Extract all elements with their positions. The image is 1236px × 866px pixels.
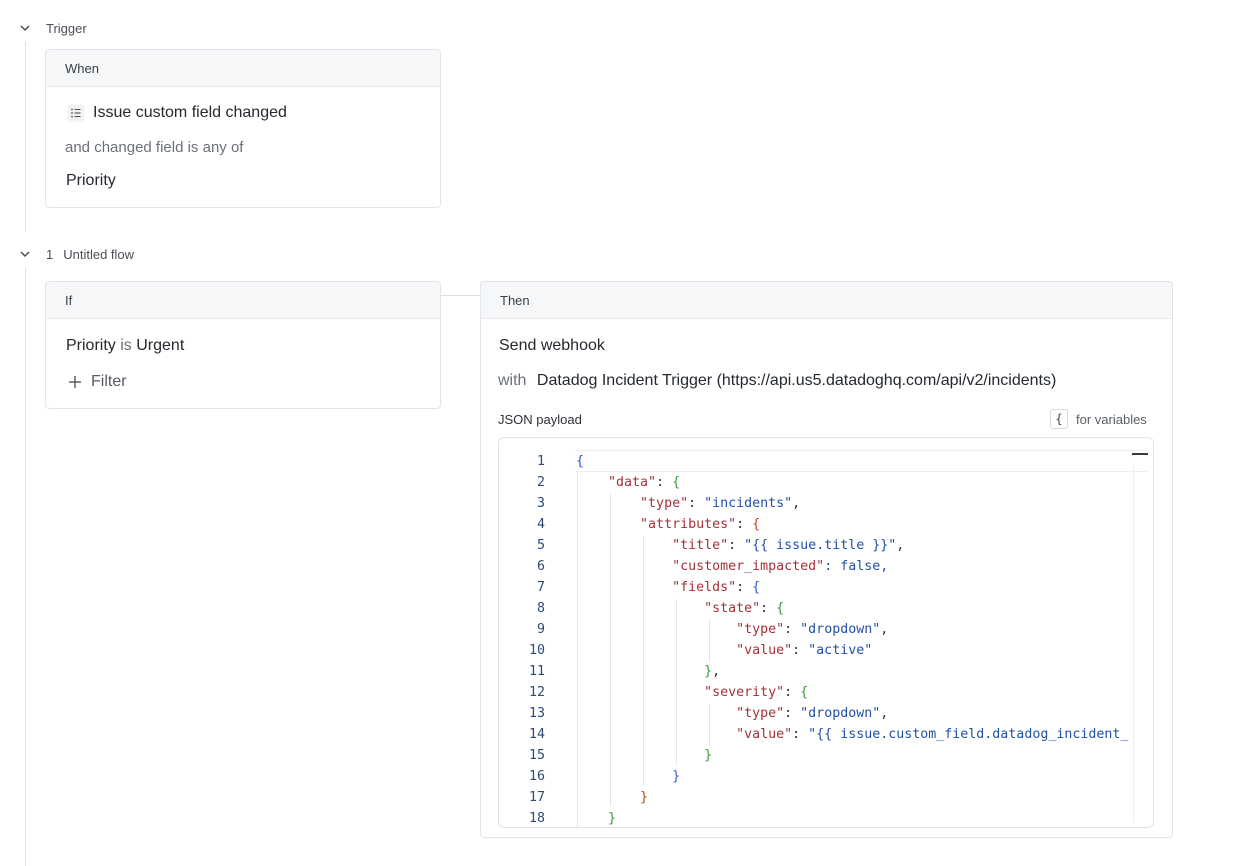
code-line[interactable]: 3 "type": "incidents", xyxy=(499,493,1153,514)
chevron-down-icon xyxy=(20,251,30,258)
code-text: "severity": { xyxy=(704,685,809,700)
line-number: 1 xyxy=(536,454,545,469)
code-line[interactable]: 10 "value": "active" xyxy=(499,640,1153,661)
trigger-condition-value[interactable]: Priority xyxy=(66,172,116,190)
code-text: "value": "active" xyxy=(736,643,873,658)
line-number: 4 xyxy=(536,517,545,532)
flow-connector-line xyxy=(25,268,26,866)
code-line[interactable]: 4 "attributes": { xyxy=(499,514,1153,535)
line-number: 6 xyxy=(536,559,545,574)
then-card-header: Then xyxy=(481,282,1172,319)
line-number: 14 xyxy=(528,727,545,742)
code-line[interactable]: 7 "fields": { xyxy=(499,577,1153,598)
trigger-section-toggle[interactable]: Trigger xyxy=(18,18,87,38)
code-text: "type": "dropdown", xyxy=(736,706,889,721)
variables-hint: { for variables xyxy=(1050,409,1147,429)
code-line[interactable]: 5 "title": "{{ issue.title }}", xyxy=(499,535,1153,556)
trigger-event-label: Issue custom field changed xyxy=(93,104,287,121)
line-number: 8 xyxy=(536,601,545,616)
code-line[interactable]: 11 }, xyxy=(499,661,1153,682)
code-text: "customer_impacted": false, xyxy=(672,559,889,574)
code-text: "title": "{{ issue.title }}", xyxy=(672,538,905,553)
flow-name[interactable]: Untitled flow xyxy=(63,247,134,262)
code-text: "data": { xyxy=(608,475,681,490)
action-label[interactable]: Send webhook xyxy=(499,337,605,355)
when-card-header: When xyxy=(46,50,440,87)
webhook-target: Datadog Incident Trigger (https://api.us… xyxy=(536,372,1057,389)
add-filter-button[interactable]: Filter xyxy=(68,373,127,391)
flow-number: 1 xyxy=(46,246,54,262)
if-then-connector xyxy=(441,295,481,296)
code-text: "fields": { xyxy=(672,580,761,595)
with-label: with xyxy=(498,372,527,389)
variables-hint-text: for variables xyxy=(1076,411,1147,427)
json-payload-label: JSON payload xyxy=(498,412,582,427)
filter-value: Urgent xyxy=(136,337,185,354)
line-number: 18 xyxy=(528,811,545,826)
code-line[interactable]: 12 "severity": { xyxy=(499,682,1153,703)
plus-icon xyxy=(69,376,81,388)
line-number: 7 xyxy=(536,580,545,595)
variables-key-badge: { xyxy=(1050,409,1068,429)
line-number: 5 xyxy=(536,538,545,553)
code-line[interactable]: 16 } xyxy=(499,766,1153,787)
line-number: 12 xyxy=(528,685,545,700)
code-text: } xyxy=(640,790,649,805)
code-text: "type": "incidents", xyxy=(640,496,801,511)
flow-section-toggle[interactable]: 1 Untitled flow xyxy=(18,244,134,264)
line-number: 16 xyxy=(528,769,545,784)
code-text: { xyxy=(576,454,585,469)
code-line[interactable]: 1{ xyxy=(499,451,1153,472)
line-number: 3 xyxy=(536,496,545,511)
code-text: "attributes": { xyxy=(640,517,761,532)
line-number: 11 xyxy=(528,664,545,679)
line-number: 15 xyxy=(528,748,545,763)
code-line[interactable]: 13 "type": "dropdown", xyxy=(499,703,1153,724)
filter-field: Priority xyxy=(66,337,116,354)
filter-condition[interactable]: Priority is Urgent xyxy=(66,337,184,355)
code-line[interactable]: 8 "state": { xyxy=(499,598,1153,619)
list-icon xyxy=(67,104,85,122)
code-text: "state": { xyxy=(704,601,785,616)
code-line[interactable]: 14 "value": "{{ issue.custom_field.datad… xyxy=(499,724,1153,745)
trigger-condition-label: and changed field is any of xyxy=(65,139,244,156)
line-number: 10 xyxy=(528,643,545,658)
trigger-event[interactable]: Issue custom field changed xyxy=(67,104,287,122)
json-payload-editor[interactable]: 1{2 "data": {3 "type": "incidents", 4 "at… xyxy=(498,437,1154,828)
code-text: "value": "{{ issue.custom_field.datadog_… xyxy=(736,727,1129,742)
code-text: "type": "dropdown", xyxy=(736,622,889,637)
webhook-target-row[interactable]: with Datadog Incident Trigger (https://a… xyxy=(498,372,1056,390)
code-line[interactable]: 15 } xyxy=(499,745,1153,766)
line-number: 2 xyxy=(536,475,545,490)
trigger-connector-line xyxy=(25,42,26,232)
code-line[interactable]: 2 "data": { xyxy=(499,472,1153,493)
chevron-down-icon xyxy=(20,25,30,32)
line-number: 13 xyxy=(528,706,545,721)
line-number: 9 xyxy=(536,622,545,637)
code-text: } xyxy=(672,769,681,784)
code-text: } xyxy=(704,748,713,763)
code-line[interactable]: 9 "type": "dropdown", xyxy=(499,619,1153,640)
code-line[interactable]: 17 } xyxy=(499,787,1153,808)
code-line[interactable]: 18 } xyxy=(499,808,1153,827)
filter-operator: is xyxy=(120,337,132,354)
code-line[interactable]: 6 "customer_impacted": false, xyxy=(499,556,1153,577)
code-text: }, xyxy=(704,664,721,679)
code-text: } xyxy=(608,811,617,826)
add-filter-label: Filter xyxy=(91,373,127,390)
trigger-section-label: Trigger xyxy=(46,20,87,36)
line-number: 17 xyxy=(528,790,545,805)
if-card-header: If xyxy=(46,282,440,319)
